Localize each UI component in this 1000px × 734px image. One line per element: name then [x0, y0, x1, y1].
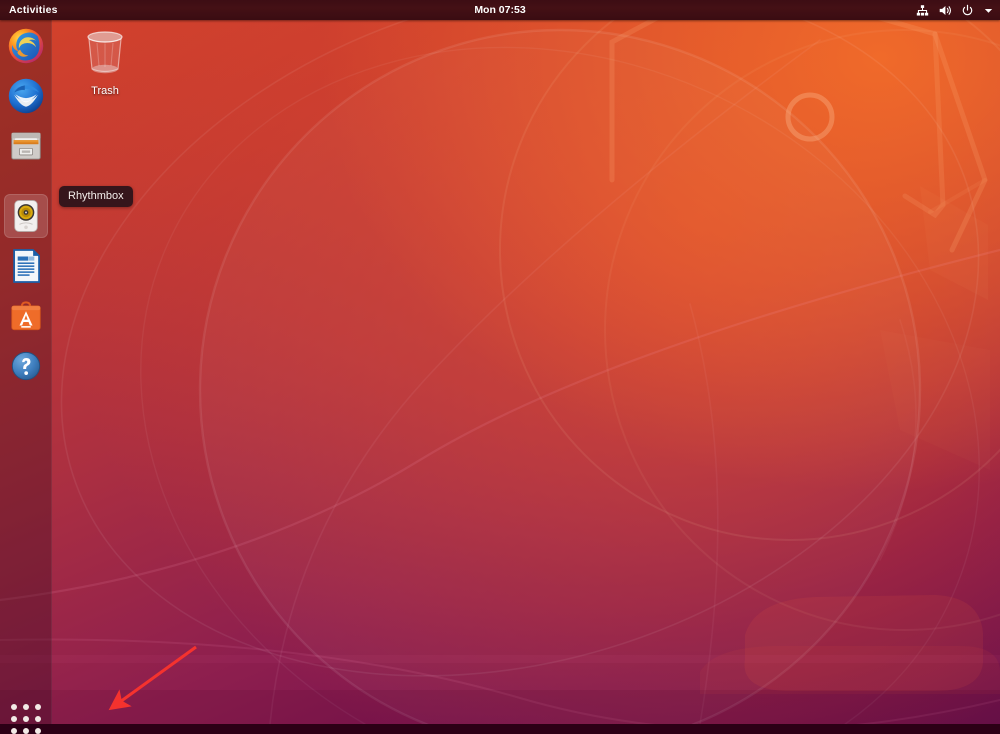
dock-item-files[interactable]	[4, 124, 48, 168]
help-icon	[11, 351, 41, 381]
dock-item-rhythmbox[interactable]	[4, 194, 48, 238]
desktop-background[interactable]: Trash	[0, 0, 1000, 724]
dock-item-firefox[interactable]	[4, 24, 48, 68]
power-icon[interactable]	[961, 4, 974, 17]
system-tray	[916, 0, 994, 20]
files-icon	[11, 132, 41, 160]
firefox-icon	[8, 28, 44, 64]
dock-item-thunderbird[interactable]	[4, 74, 48, 118]
rhythmbox-icon	[14, 200, 38, 232]
show-applications-button[interactable]	[4, 700, 48, 734]
desktop-icon-label: Trash	[91, 85, 119, 97]
trash-icon	[87, 31, 123, 74]
dock-item-ubuntu-software[interactable]	[4, 294, 48, 338]
volume-icon[interactable]	[938, 4, 952, 17]
dock-item-help[interactable]	[4, 344, 48, 388]
wallpaper-artwork	[0, 0, 1000, 724]
top-bar: Activities Mon 07:53	[0, 0, 1000, 20]
grid-dots-icon	[11, 704, 41, 734]
libreoffice-writer-icon	[13, 249, 40, 283]
dock-item-libreoffice-writer[interactable]	[4, 244, 48, 288]
dock	[0, 20, 52, 734]
dock-tooltip-rhythmbox: Rhythmbox	[59, 186, 133, 207]
activities-button[interactable]: Activities	[0, 0, 66, 20]
thunderbird-icon	[8, 78, 44, 114]
clock[interactable]: Mon 07:53	[0, 4, 1000, 16]
desktop-icon-trash[interactable]: Trash	[72, 26, 138, 97]
ubuntu-software-icon	[11, 301, 41, 331]
chevron-down-icon[interactable]	[983, 5, 994, 16]
network-icon[interactable]	[916, 4, 929, 17]
